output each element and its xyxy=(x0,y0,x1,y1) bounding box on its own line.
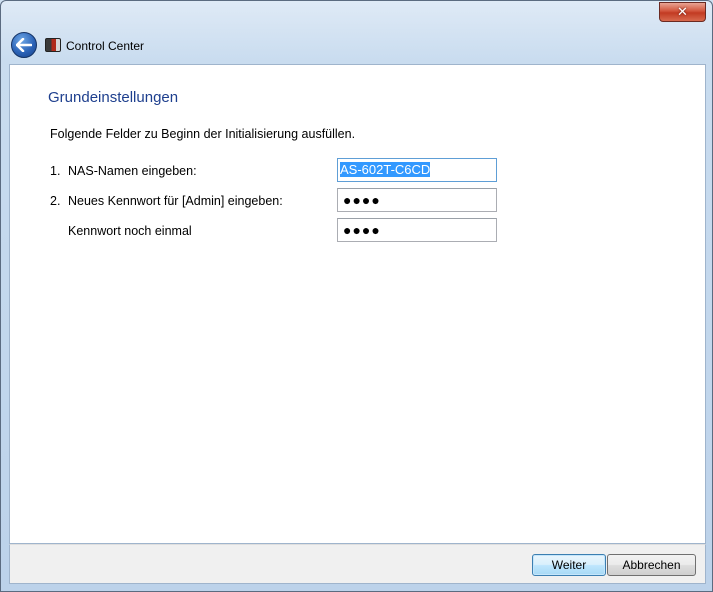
admin-password-label: 2. Neues Kennwort für [Admin] eingeben: xyxy=(50,194,283,208)
app-icon xyxy=(45,38,61,52)
content-panel: Grundeinstellungen Folgende Felder zu Be… xyxy=(9,64,706,544)
nas-name-value: AS-602T-C6CD xyxy=(340,162,431,177)
nas-name-input[interactable]: AS-602T-C6CD xyxy=(337,158,497,182)
row-number: 2. xyxy=(50,194,61,208)
nas-name-label: 1. NAS-Namen eingeben: xyxy=(50,164,197,178)
title-bar: ✕ xyxy=(1,1,712,27)
back-button[interactable] xyxy=(11,32,37,58)
close-button[interactable]: ✕ xyxy=(659,2,706,22)
window-title: Control Center xyxy=(66,39,145,53)
cancel-button[interactable]: Abbrechen xyxy=(607,554,696,576)
button-bar: Weiter Abbrechen xyxy=(9,544,706,584)
close-icon: ✕ xyxy=(677,4,688,20)
password-dots: ●●●● xyxy=(343,192,381,208)
dialog-window: ✕ Control Center Grundeinstellungen Folg… xyxy=(0,0,713,592)
intro-text: Folgende Felder zu Beginn der Initialisi… xyxy=(50,127,356,141)
admin-password-input[interactable]: ●●●● xyxy=(337,188,497,212)
back-arrow-icon xyxy=(16,38,32,52)
next-button[interactable]: Weiter xyxy=(532,554,606,576)
password-dots: ●●●● xyxy=(343,222,381,238)
page-heading: Grundeinstellungen xyxy=(48,89,179,106)
row-number: 1. xyxy=(50,164,61,178)
navigation-bar: Control Center xyxy=(1,27,712,64)
row-label-text: NAS-Namen eingeben: xyxy=(68,164,197,178)
row-label-text: Neues Kennwort für [Admin] eingeben: xyxy=(68,194,283,208)
confirm-password-label: Kennwort noch einmal xyxy=(68,224,192,238)
confirm-password-input[interactable]: ●●●● xyxy=(337,218,497,242)
